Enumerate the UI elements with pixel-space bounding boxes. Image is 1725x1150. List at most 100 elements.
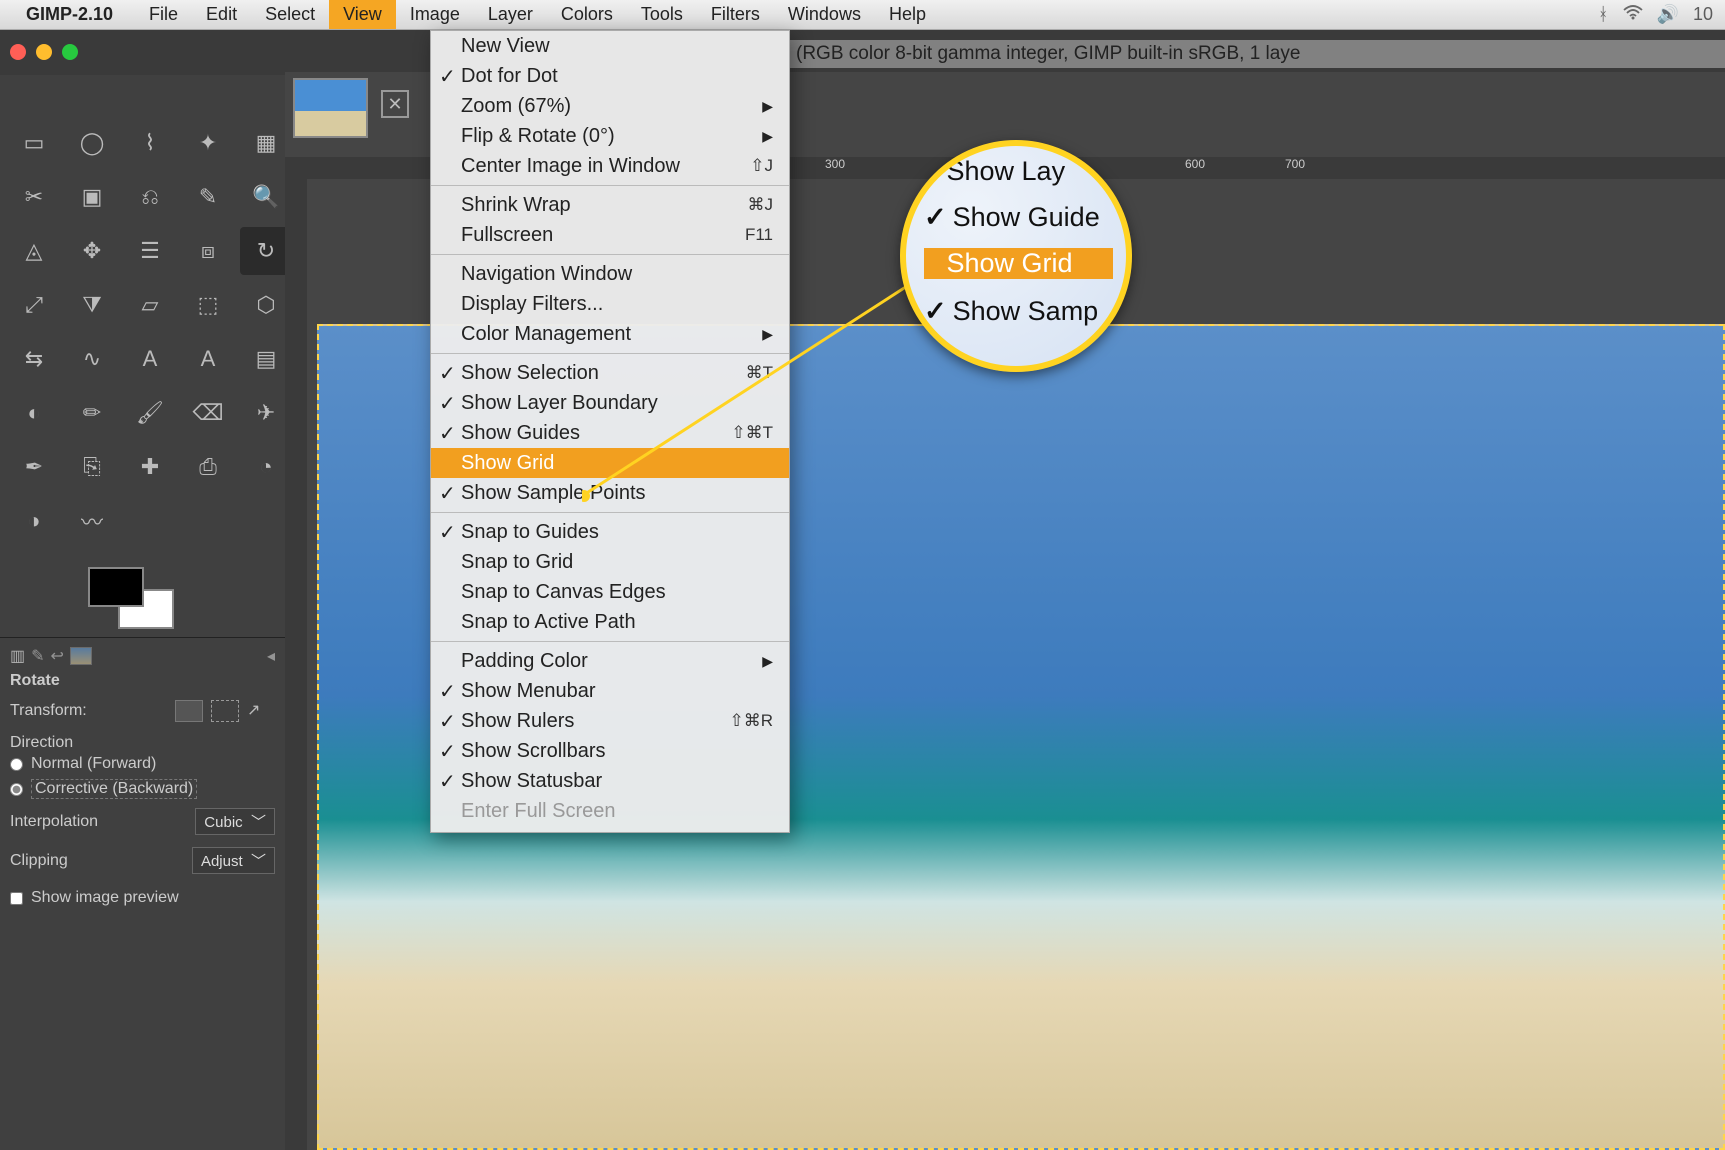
menuitem-color-management[interactable]: Color Management▶ (431, 319, 789, 349)
menuitem-dot-for-dot[interactable]: ✓Dot for Dot (431, 61, 789, 91)
menuitem-padding-color[interactable]: Padding Color▶ (431, 646, 789, 676)
color-swatches[interactable] (88, 567, 178, 637)
tool-fuzzy-select[interactable]: ✦ (182, 119, 234, 167)
text-icon: A (143, 346, 158, 372)
tool-ellipse-select[interactable]: ◯ (66, 119, 118, 167)
tool-perspective[interactable]: ▱ (124, 281, 176, 329)
image-tab-thumbnail[interactable] (293, 78, 368, 138)
menuitem-show-menubar[interactable]: ✓Show Menubar (431, 676, 789, 706)
vertical-ruler[interactable] (285, 179, 307, 1150)
tool-warp[interactable]: ∿ (66, 335, 118, 383)
menuitem-shrink-wrap[interactable]: Shrink Wrap⌘J (431, 190, 789, 220)
tool-options-tab-icon[interactable]: ▥ (10, 646, 25, 666)
menu-view[interactable]: View (329, 0, 396, 29)
foreground-color-swatch[interactable] (88, 567, 144, 607)
menuitem-label: Navigation Window (461, 263, 632, 286)
menuitem-snap-to-guides[interactable]: ✓Snap to Guides (431, 517, 789, 547)
zoom-window-button[interactable] (62, 44, 78, 60)
menu-edit[interactable]: Edit (192, 0, 251, 29)
menuitem-label: Show Guides (461, 422, 580, 445)
menuitem-show-selection[interactable]: ✓Show Selection⌘T (431, 358, 789, 388)
wifi-icon[interactable] (1623, 4, 1643, 25)
tool-shear[interactable]: ⧩ (66, 281, 118, 329)
tool-flip[interactable]: ⇆ (8, 335, 60, 383)
clipping-select[interactable]: Adjust ﹀ (192, 847, 275, 874)
tool-unified-transform[interactable]: ⬚ (182, 281, 234, 329)
tool-paths[interactable]: ⎌ (124, 173, 176, 221)
menu-tools[interactable]: Tools (627, 0, 697, 29)
menu-image[interactable]: Image (396, 0, 474, 29)
menuitem-show-statusbar[interactable]: ✓Show Statusbar (431, 766, 789, 796)
tool-crop[interactable]: ⧈ (182, 227, 234, 275)
tool-free-select[interactable]: ⌇ (124, 119, 176, 167)
menu-colors[interactable]: Colors (547, 0, 627, 29)
menuitem-zoom-67[interactable]: Zoom (67%)▶ (431, 91, 789, 121)
tool-perspective-clone[interactable]: ⎙ (182, 443, 234, 491)
menuitem-new-view[interactable]: New View (431, 31, 789, 61)
gradient-icon: ◐ (27, 400, 40, 426)
panel-menu-icon[interactable]: ◂ (267, 646, 275, 666)
direction-corrective-radio[interactable]: Corrective (Backward) (10, 776, 275, 802)
menuitem-flip-rotate-0[interactable]: Flip & Rotate (0°)▶ (431, 121, 789, 151)
direction-normal-radio[interactable]: Normal (Forward) (10, 752, 275, 776)
menu-filters[interactable]: Filters (697, 0, 774, 29)
menuitem-fullscreen[interactable]: FullscreenF11 (431, 220, 789, 250)
menuitem-navigation-window[interactable]: Navigation Window (431, 259, 789, 289)
tool-color-picker[interactable]: ✎ (182, 173, 234, 221)
menu-help[interactable]: Help (875, 0, 940, 29)
tool-options-image-icon[interactable] (70, 647, 92, 665)
menuitem-show-rulers[interactable]: ✓Show Rulers⇧⌘R (431, 706, 789, 736)
transform-target-layer-icon[interactable] (175, 700, 203, 722)
tool-pencil[interactable]: ✏ (66, 389, 118, 437)
tool-gradient[interactable]: ◐ (8, 389, 60, 437)
tool-rectangle-select[interactable]: ▭ (8, 119, 60, 167)
transform-label: Transform: (10, 702, 87, 720)
tool-options-history-icon[interactable]: ↩ (51, 646, 64, 666)
tool-move[interactable]: ✥ (66, 227, 118, 275)
interpolation-select[interactable]: Cubic ﹀ (195, 808, 275, 835)
tool-clone[interactable]: ⎘ (66, 443, 118, 491)
menu-layer[interactable]: Layer (474, 0, 547, 29)
convolve-icon: ◔ (259, 454, 272, 480)
align-icon: ☰ (140, 238, 160, 264)
menu-file[interactable]: File (135, 0, 192, 29)
tool-options-brush-icon[interactable]: ✎ (31, 646, 44, 666)
tool-foreground-select[interactable]: ▣ (66, 173, 118, 221)
app-name[interactable]: GIMP-2.10 (26, 4, 113, 25)
menuitem-display-filters[interactable]: Display Filters... (431, 289, 789, 319)
tool-scale[interactable]: ⤢ (8, 281, 60, 329)
check-icon: ✓ (439, 679, 456, 704)
menuitem-snap-to-canvas-edges[interactable]: Snap to Canvas Edges (431, 577, 789, 607)
tool-measure[interactable]: ◬ (8, 227, 60, 275)
menuitem-snap-to-active-path[interactable]: Snap to Active Path (431, 607, 789, 637)
menuitem-show-grid[interactable]: Show Grid (431, 448, 789, 478)
tool-heal[interactable]: ✚ (124, 443, 176, 491)
menuitem-show-layer-boundary[interactable]: ✓Show Layer Boundary (431, 388, 789, 418)
tool-scissors[interactable]: ✂ (8, 173, 60, 221)
tool-eraser[interactable]: ⌫ (182, 389, 234, 437)
tool-text[interactable]: A (124, 335, 176, 383)
volume-icon[interactable]: 🔊 (1657, 4, 1679, 25)
menuitem-snap-to-grid[interactable]: Snap to Grid (431, 547, 789, 577)
bluetooth-icon[interactable]: ᚼ (1598, 4, 1609, 25)
check-icon: ✓ (439, 520, 456, 545)
transform-target-selection-icon[interactable] (211, 700, 239, 722)
tool-dodge-burn[interactable]: ◑ (8, 497, 60, 545)
menuitem-show-sample-points[interactable]: ✓Show Sample Points (431, 478, 789, 508)
tool-paintbrush[interactable]: 🖌 (124, 389, 176, 437)
close-window-button[interactable] (10, 44, 26, 60)
menuitem-show-guides[interactable]: ✓Show Guides⇧⌘T (431, 418, 789, 448)
menu-select[interactable]: Select (251, 0, 329, 29)
tool-text-along-path[interactable]: A (182, 335, 234, 383)
show-image-preview-checkbox[interactable]: Show image preview (10, 886, 275, 910)
smudge-icon: 〰 (81, 505, 103, 537)
minimize-window-button[interactable] (36, 44, 52, 60)
menuitem-show-scrollbars[interactable]: ✓Show Scrollbars (431, 736, 789, 766)
transform-target-path-icon[interactable]: ↗ (247, 700, 275, 722)
menu-windows[interactable]: Windows (774, 0, 875, 29)
tool-smudge[interactable]: 〰 (66, 497, 118, 545)
tool-align[interactable]: ☰ (124, 227, 176, 275)
tool-ink[interactable]: ✒ (8, 443, 60, 491)
image-tab-close-icon[interactable]: ✕ (381, 90, 409, 118)
menuitem-center-image-in-window[interactable]: Center Image in Window⇧J (431, 151, 789, 181)
